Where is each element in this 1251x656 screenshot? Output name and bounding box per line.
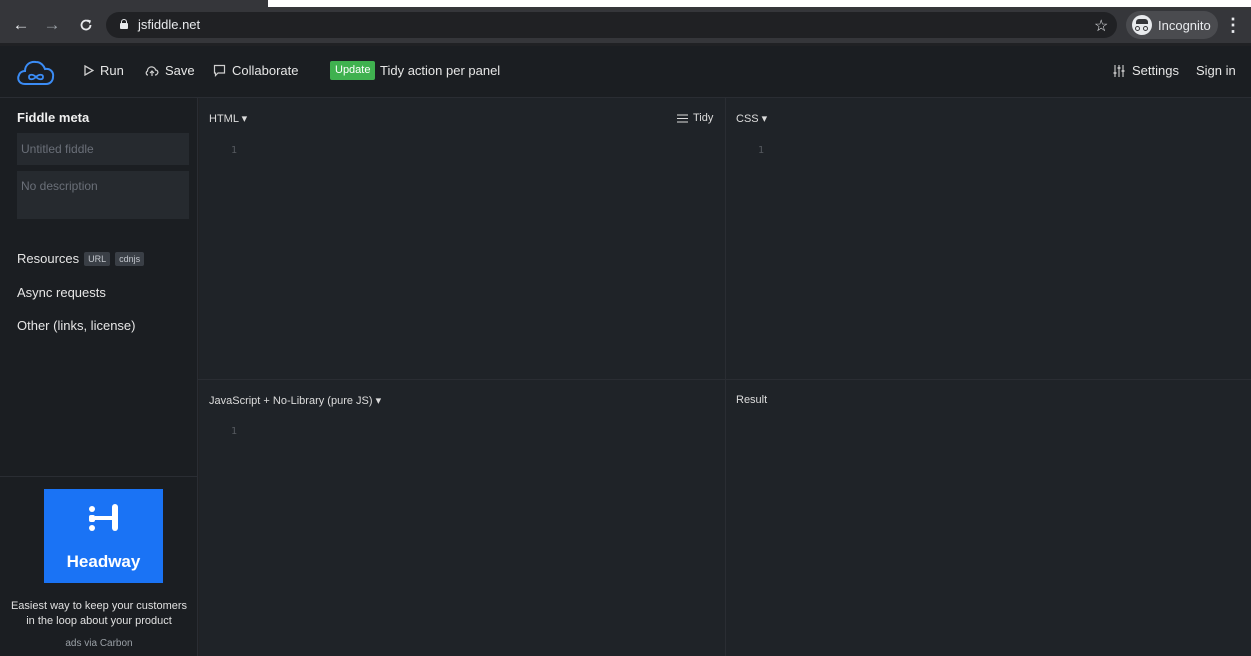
panel-divider-horizontal[interactable] — [198, 379, 1251, 380]
result-panel-header: Result — [736, 394, 768, 406]
sign-in-link[interactable]: Sign in — [1196, 63, 1236, 78]
incognito-profile-button[interactable]: Incognito — [1126, 11, 1218, 39]
ads-via-carbon-link[interactable]: ads via Carbon — [0, 638, 198, 649]
ad-description[interactable]: Easiest way to keep your customers in th… — [0, 599, 198, 629]
chat-bubble-icon — [213, 64, 226, 77]
settings-button[interactable]: Settings — [1112, 63, 1179, 78]
html-panel-header[interactable]: HTML ▾ — [209, 112, 247, 125]
resource-url-chip[interactable]: URL — [84, 251, 111, 266]
address-url[interactable]: jsfiddle.net — [138, 17, 200, 32]
update-badge: Update — [330, 61, 376, 80]
other-links-license-row[interactable]: Other (links, license) — [17, 318, 135, 333]
reload-icon[interactable] — [75, 7, 97, 43]
fiddle-meta-sidebar: Fiddle meta Resources URL cdnjs Async re… — [0, 98, 198, 656]
html-panel[interactable]: HTML ▾ Tidy 1 — [199, 98, 725, 379]
javascript-panel-header[interactable]: JavaScript + No-Library (pure JS) ▾ — [209, 394, 381, 407]
fiddle-meta-title: Fiddle meta — [17, 110, 90, 125]
sliders-icon — [1112, 64, 1126, 78]
panel-divider-vertical[interactable] — [725, 98, 726, 656]
address-bar[interactable]: jsfiddle.net ☆ — [106, 12, 1117, 38]
incognito-label: Incognito — [1158, 17, 1211, 33]
css-panel[interactable]: CSS ▾ 1 — [726, 98, 1251, 379]
update-message[interactable]: Tidy action per panel — [380, 63, 500, 78]
ad-description-line-2: in the loop about your product — [26, 615, 172, 627]
headway-logo-icon — [89, 504, 118, 531]
collaborate-label: Collaborate — [232, 63, 299, 78]
tidy-button[interactable]: Tidy — [677, 112, 713, 124]
resources-row[interactable]: Resources URL cdnjs — [17, 251, 145, 266]
cloud-upload-icon — [145, 65, 159, 77]
browser-toolbar: ← → jsfiddle.net ☆ Incognito ⋮ — [0, 7, 1251, 43]
css-panel-header[interactable]: CSS ▾ — [736, 112, 767, 125]
browser-chrome: ← → jsfiddle.net ☆ Incognito ⋮ — [0, 0, 1251, 46]
save-button[interactable]: Save — [145, 63, 195, 78]
play-icon — [84, 65, 94, 76]
tidy-lines-icon — [677, 113, 688, 123]
reload-svg — [80, 19, 92, 31]
css-line-number: 1 — [758, 145, 765, 156]
carbon-ad: Headway Easiest way to keep your custome… — [0, 476, 198, 656]
cloud-logo-svg — [17, 60, 55, 85]
collaborate-button[interactable]: Collaborate — [213, 63, 299, 78]
tab-strip — [0, 0, 1251, 7]
fiddle-description-input[interactable] — [17, 171, 189, 219]
resource-cdnjs-chip[interactable]: cdnjs — [115, 251, 145, 266]
fiddle-title-input[interactable] — [17, 133, 189, 165]
back-arrow-icon[interactable]: ← — [10, 7, 32, 43]
jsfiddle-header: Run Save Collaborate Update Tidy action … — [0, 46, 1251, 98]
active-tab-edge — [0, 0, 268, 7]
html-line-number: 1 — [231, 145, 238, 156]
result-panel[interactable]: Result — [726, 380, 1251, 656]
async-requests-row[interactable]: Async requests — [17, 285, 106, 300]
javascript-panel[interactable]: JavaScript + No-Library (pure JS) ▾ 1 — [199, 380, 725, 656]
bookmark-star-icon[interactable]: ☆ — [1094, 16, 1108, 36]
resources-label: Resources — [17, 251, 80, 266]
javascript-line-number: 1 — [231, 426, 238, 437]
save-label: Save — [165, 63, 195, 78]
browser-menu-icon[interactable]: ⋮ — [1224, 7, 1242, 43]
tidy-label: Tidy — [693, 112, 714, 124]
settings-label: Settings — [1132, 63, 1179, 78]
run-label: Run — [100, 63, 124, 78]
headway-brand-name: Headway — [66, 552, 141, 571]
incognito-icon — [1132, 15, 1152, 35]
jsfiddle-logo-icon[interactable] — [16, 56, 56, 88]
lock-icon — [120, 19, 128, 29]
run-button[interactable]: Run — [84, 63, 124, 78]
ad-description-line-1: Easiest way to keep your customers — [10, 600, 188, 612]
forward-arrow-icon[interactable]: → — [41, 7, 63, 43]
headway-ad-logo[interactable]: Headway — [44, 489, 163, 583]
